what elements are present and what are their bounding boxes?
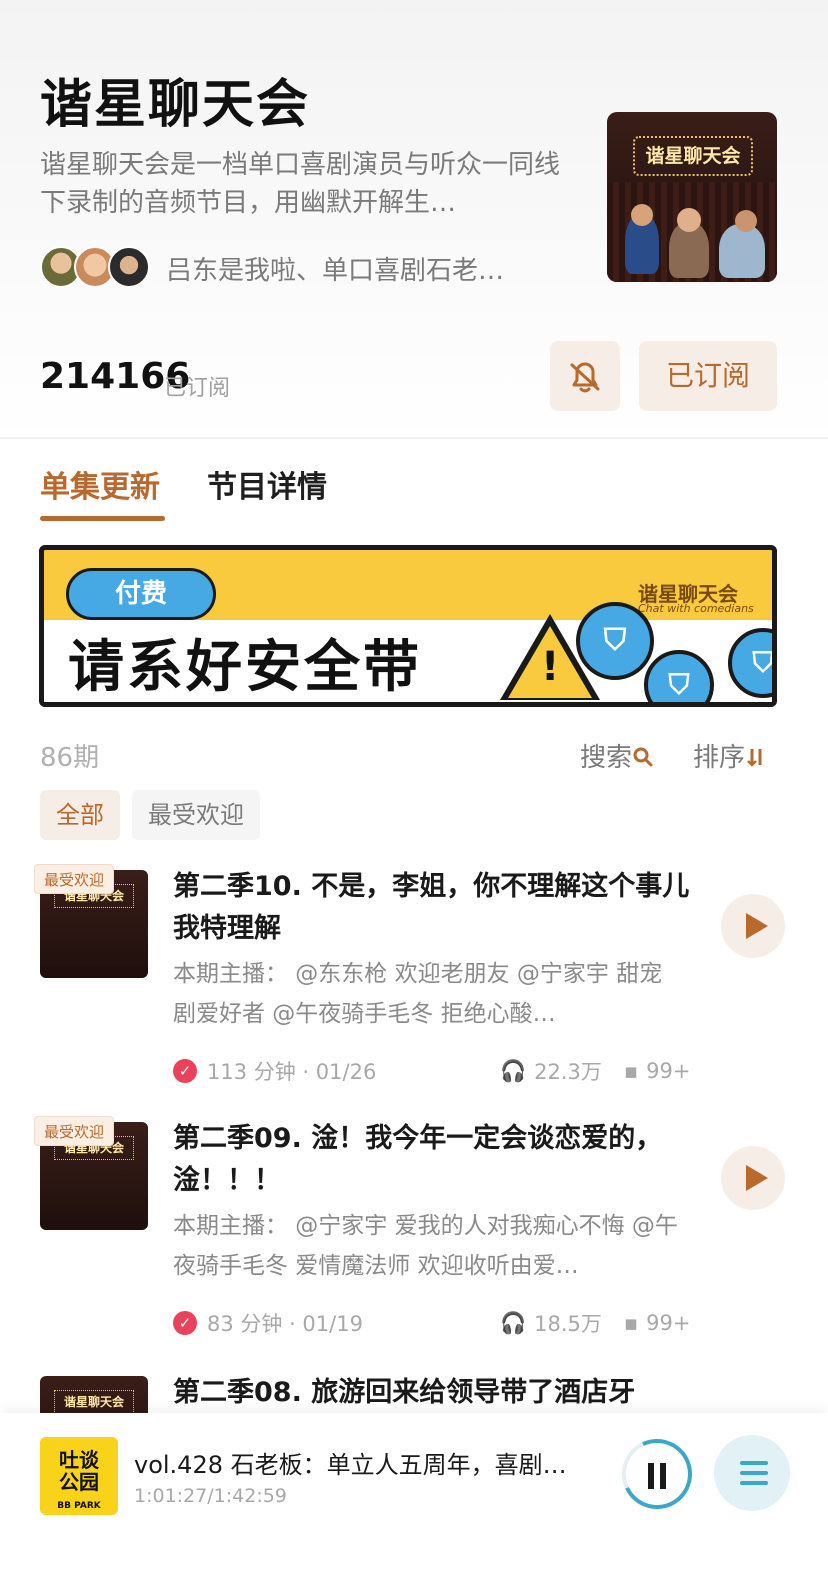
play-button[interactable] xyxy=(721,894,785,958)
cover-person xyxy=(735,210,757,232)
seatbelt-icon: ⛉ xyxy=(576,602,654,680)
sort-label: 排序 xyxy=(693,743,746,773)
player-cover-sub: BB PARK xyxy=(57,1501,101,1511)
podcast-title: 谐星聊天会 xyxy=(40,75,311,135)
episode-duration-date: 83 分钟 · 01/19 xyxy=(207,1312,363,1336)
cover-sign: 谐星聊天会 xyxy=(633,136,753,176)
play-button[interactable] xyxy=(721,1146,785,1210)
banner-pill: 付费 xyxy=(66,568,216,620)
warning-mark: ! xyxy=(541,644,560,690)
episode-hosts: 本期主播： @东东枪 欢迎老朋友 @宁家宇 甜宠剧爱好者 @午夜骑手毛冬 拒绝心… xyxy=(173,961,663,1027)
check-circle-icon: ✓ xyxy=(173,1311,197,1335)
episode-duration-date: 113 分钟 · 01/26 xyxy=(207,1060,377,1084)
episode-meta: ✓ 83 分钟 · 01/19 xyxy=(173,1308,363,1338)
podcast-cover: 谐星聊天会 xyxy=(607,112,777,282)
playlist-button[interactable] xyxy=(714,1435,790,1511)
comment-icon: ▪ xyxy=(623,1059,639,1083)
check-circle-icon: ✓ xyxy=(173,1059,197,1083)
notification-button[interactable] xyxy=(550,341,620,411)
search-button[interactable]: 搜索 xyxy=(580,737,654,774)
playlist-icon-line xyxy=(740,1471,768,1475)
tab-episodes[interactable]: 单集更新 xyxy=(40,462,160,506)
subscribe-button[interactable]: 已订阅 xyxy=(639,341,777,411)
player-cover[interactable]: 吐谈 公园 BB PARK xyxy=(40,1437,118,1515)
headphones-icon: 🎧 xyxy=(500,1310,527,1335)
episode-stats: 🎧 22.3万 ▪ 99+ xyxy=(500,1056,690,1086)
playlist-icon xyxy=(740,1461,768,1465)
player-cover-line1: 吐谈 xyxy=(59,1448,99,1472)
podcast-description[interactable]: 谐星聊天会是一档单口喜剧演员与听众一同线下录制的音频节目，用幽默开解生… xyxy=(40,146,560,222)
player-time: 1:01:27/1:42:59 xyxy=(134,1485,287,1507)
episode-count: 86期 xyxy=(40,743,100,773)
banner-headline: 请系好安全带 xyxy=(68,635,422,700)
mini-player[interactable]: 吐谈 公园 BB PARK vol.428 石老板：单立人五周年，喜剧… 1:0… xyxy=(0,1413,828,1592)
comment-icon: ▪ xyxy=(623,1311,639,1335)
cover-person xyxy=(719,224,765,278)
thumbnail-sign: 谐星聊天会 xyxy=(54,1390,134,1414)
popular-badge: 最受欢迎 xyxy=(34,864,114,894)
player-cover-line2: 公园 xyxy=(59,1470,99,1494)
popular-badge: 最受欢迎 xyxy=(34,1116,114,1146)
bell-slash-icon xyxy=(570,362,600,393)
episode-stats: 🎧 18.5万 ▪ 99+ xyxy=(500,1308,690,1338)
sort-icon xyxy=(747,749,762,767)
search-icon xyxy=(633,747,653,767)
cover-person xyxy=(677,208,701,232)
headphones-icon: 🎧 xyxy=(500,1058,527,1083)
filter-all[interactable]: 全部 xyxy=(40,790,120,840)
playlist-icon-line xyxy=(740,1481,768,1485)
pause-icon xyxy=(648,1463,666,1489)
podcast-hosts[interactable]: 吕东是我啦、单口喜剧石老… xyxy=(166,250,504,287)
banner-logo-subtitle: Chat with comedians xyxy=(638,602,754,615)
host-avatars[interactable] xyxy=(40,246,150,288)
avatar[interactable] xyxy=(108,246,150,288)
episode-hosts: 本期主播： @宁家宇 爱我的人对我痴心不悔 @午夜骑手毛冬 爱情魔法师 欢迎收听… xyxy=(173,1213,678,1279)
episode-title[interactable]: 第二季10. 不是，李姐，你不理解这个事儿我特理解 xyxy=(173,866,693,950)
divider xyxy=(0,437,828,439)
subscriber-label: 已订阅 xyxy=(164,376,231,401)
sort-button[interactable]: 排序 xyxy=(693,737,767,774)
search-label: 搜索 xyxy=(580,743,633,773)
player-title[interactable]: vol.428 石老板：单立人五周年，喜剧… xyxy=(134,1445,584,1480)
cover-person xyxy=(631,204,653,226)
play-count: 18.5万 xyxy=(534,1312,602,1336)
pause-button[interactable] xyxy=(612,1429,702,1519)
promo-banner[interactable]: 付费 请系好安全带 谐星聊天会 Chat with comedians ! ⛉ … xyxy=(39,545,777,707)
comment-count: 99+ xyxy=(646,1059,691,1083)
comment-count: 99+ xyxy=(646,1311,691,1335)
episode-title[interactable]: 第二季09. 淦！我今年一定会谈恋爱的，淦！！！ xyxy=(173,1118,693,1202)
episode-meta: ✓ 113 分钟 · 01/26 xyxy=(173,1056,376,1086)
filter-popular[interactable]: 最受欢迎 xyxy=(132,790,260,840)
play-count: 22.3万 xyxy=(534,1060,602,1084)
tab-underline xyxy=(40,516,165,521)
episode-title[interactable]: 第二季08. 旅游回来给领导带了酒店牙 xyxy=(173,1372,693,1414)
tab-details[interactable]: 节目详情 xyxy=(207,462,327,506)
